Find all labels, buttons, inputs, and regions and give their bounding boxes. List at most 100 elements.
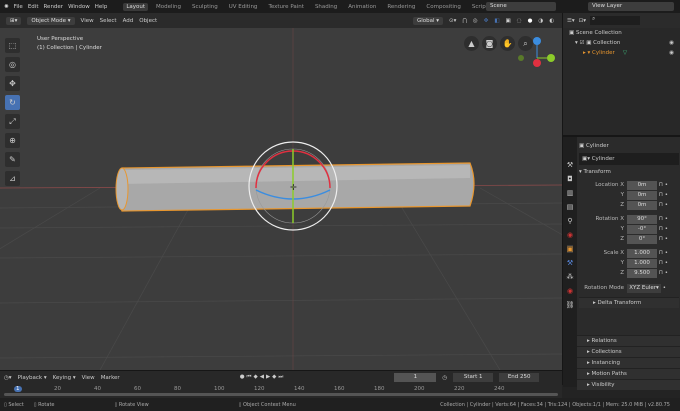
scale-icon[interactable]: ⤢ [5, 114, 20, 129]
filter-icon[interactable]: ⊡▾ [579, 18, 586, 24]
outliner-cylinder[interactable]: ▸ ▾ Cylinder ▽ ◉ [563, 48, 680, 58]
scale-y-field[interactable]: 1.000 [627, 258, 657, 268]
pivot-icon[interactable]: ⊙▾ [449, 18, 456, 24]
scale-z-field[interactable]: 9.500 [627, 268, 657, 278]
modifier-tab-icon[interactable]: ⚒ [567, 259, 573, 267]
camera-icon[interactable]: ◙ [482, 36, 497, 51]
rotation-mode-dropdown[interactable]: XYZ Euler▾ [627, 283, 661, 293]
view-layer-tab-icon[interactable]: ▤ [567, 203, 574, 211]
editor-type-button[interactable]: ⊞▾ [6, 16, 22, 25]
rotation-x-field[interactable]: 90° [627, 214, 657, 224]
menu-window[interactable]: Window [68, 4, 90, 10]
visibility-eye-icon[interactable]: ◉ [669, 40, 674, 46]
world-tab-icon[interactable]: ◉ [567, 231, 573, 239]
menu-help[interactable]: Help [95, 4, 108, 10]
output-tab-icon[interactable]: ▥ [567, 189, 574, 197]
delta-transform-section[interactable]: ▸ Delta Transform [579, 297, 679, 308]
collections-section[interactable]: ▸ Collections [577, 346, 680, 357]
render-tab-icon[interactable]: ◘ [567, 175, 573, 183]
pan-hand-icon[interactable]: ✋ [500, 36, 515, 51]
start-frame-field[interactable]: Start 1 [453, 373, 494, 382]
solid-shading-icon[interactable]: ● [528, 18, 533, 24]
tool-tab-icon[interactable]: ⚒ [567, 161, 573, 169]
jump-end-icon[interactable]: ⏭ [278, 374, 283, 381]
timeline-editor-icon[interactable]: ◷▾ [4, 375, 12, 381]
outliner-collection[interactable]: ▾ ☑ ▣ Collection ◉ [563, 38, 680, 48]
marker-menu[interactable]: Marker [101, 375, 120, 381]
xray-icon[interactable]: ▣ [506, 18, 511, 24]
prev-key-icon[interactable]: ◆ [253, 374, 257, 381]
tab-texture-paint[interactable]: Texture Paint [265, 3, 307, 11]
wireframe-shading-icon[interactable]: ◌ [517, 18, 522, 24]
overlay-toggle-icon[interactable]: ◧ [494, 18, 499, 24]
object-menu[interactable]: Object [139, 18, 157, 24]
tab-rendering[interactable]: Rendering [384, 3, 418, 11]
visibility-section[interactable]: ▸ Visibility [577, 379, 680, 390]
physics-tab-icon[interactable]: ◉ [567, 287, 573, 295]
current-frame-field[interactable]: 1 [394, 373, 437, 382]
next-key-icon[interactable]: ◆ [272, 374, 276, 381]
blender-logo-icon[interactable]: ✺ [4, 4, 9, 10]
proportional-icon[interactable]: ◎ [473, 18, 478, 24]
menu-render[interactable]: Render [43, 4, 63, 10]
object-name-field[interactable]: ▣▾ Cylinder [579, 153, 679, 165]
view-menu[interactable]: View [81, 18, 94, 24]
location-x-field[interactable]: 0m [627, 180, 657, 190]
end-frame-field[interactable]: End 250 [499, 373, 540, 382]
outliner-scene-collection[interactable]: ▣ Scene Collection [563, 28, 680, 38]
timeline-view-menu[interactable]: View [82, 375, 95, 381]
tab-modeling[interactable]: Modeling [153, 3, 184, 11]
cursor-icon[interactable]: ◎ [5, 57, 20, 72]
snap-icon[interactable]: ⋂ [462, 18, 467, 24]
tab-compositing[interactable]: Compositing [423, 3, 463, 11]
tab-shading[interactable]: Shading [312, 3, 340, 11]
annotate-icon[interactable]: ✎ [5, 152, 20, 167]
scene-tab-icon[interactable]: ⚲ [567, 217, 572, 225]
location-z-field[interactable]: 0m [627, 200, 657, 210]
relations-section[interactable]: ▸ Relations [577, 335, 680, 346]
object-tab-icon[interactable]: ▣ [566, 245, 574, 253]
tab-sculpting[interactable]: Sculpting [189, 3, 221, 11]
3d-viewport[interactable]: ✛ User Perspective (1) Collection | Cyli… [0, 28, 562, 370]
scale-x-field[interactable]: 1.000 [627, 248, 657, 258]
tab-layout[interactable]: Layout [123, 2, 149, 11]
rotation-y-field[interactable]: -0° [627, 224, 657, 234]
material-shading-icon[interactable]: ◑ [538, 18, 543, 24]
visibility-eye-icon[interactable]: ◉ [669, 50, 674, 56]
playback-menu[interactable]: Playback ▾ [18, 375, 47, 381]
jump-start-icon[interactable]: ⏮ [247, 374, 252, 381]
orientation-dropdown[interactable]: Global ▾ [412, 16, 444, 25]
mode-dropdown[interactable]: Object Mode ▾ [27, 16, 75, 25]
rotate-icon[interactable]: ↻ [5, 95, 20, 110]
transform-icon[interactable]: ⊕ [5, 133, 20, 148]
rotation-z-field[interactable]: 0° [627, 234, 657, 244]
select-box-icon[interactable]: ⬚ [5, 38, 20, 53]
move-icon[interactable]: ✥ [5, 76, 20, 91]
play-icon[interactable]: ▶ [266, 374, 270, 381]
display-mode-icon[interactable]: ☰▾ [567, 18, 575, 24]
location-y-field[interactable]: 0m [627, 190, 657, 200]
motion-paths-section[interactable]: ▸ Motion Paths [577, 368, 680, 379]
record-icon[interactable]: ● [240, 374, 245, 381]
scene-selector[interactable]: Scene [486, 2, 556, 11]
navigation-gizmo[interactable] [515, 33, 560, 78]
transform-panel-header[interactable]: ▾ Transform [579, 165, 679, 178]
timeline-scrollbar[interactable] [4, 393, 558, 396]
menu-edit[interactable]: Edit [28, 4, 39, 10]
view-layer-selector[interactable]: View Layer [588, 2, 674, 11]
constraints-tab-icon[interactable]: ⛓ [566, 301, 575, 309]
rendered-shading-icon[interactable]: ◐ [549, 18, 554, 24]
particles-tab-icon[interactable]: ⁂ [567, 273, 574, 281]
instancing-section[interactable]: ▸ Instancing [577, 357, 680, 368]
outliner-search[interactable]: ⌕ [590, 16, 641, 25]
select-menu[interactable]: Select [100, 18, 117, 24]
measure-icon[interactable]: ⊿ [5, 171, 20, 186]
tab-animation[interactable]: Animation [345, 3, 379, 11]
add-menu[interactable]: Add [123, 18, 134, 24]
preview-range-icon[interactable]: ◷ [442, 375, 447, 381]
camera-view-icon[interactable]: ▲ [464, 36, 479, 51]
play-reverse-icon[interactable]: ◀ [260, 374, 264, 381]
gizmo-toggle-icon[interactable]: ✥ [484, 18, 489, 24]
menu-file[interactable]: File [14, 4, 23, 10]
tab-uv-editing[interactable]: UV Editing [226, 3, 261, 11]
